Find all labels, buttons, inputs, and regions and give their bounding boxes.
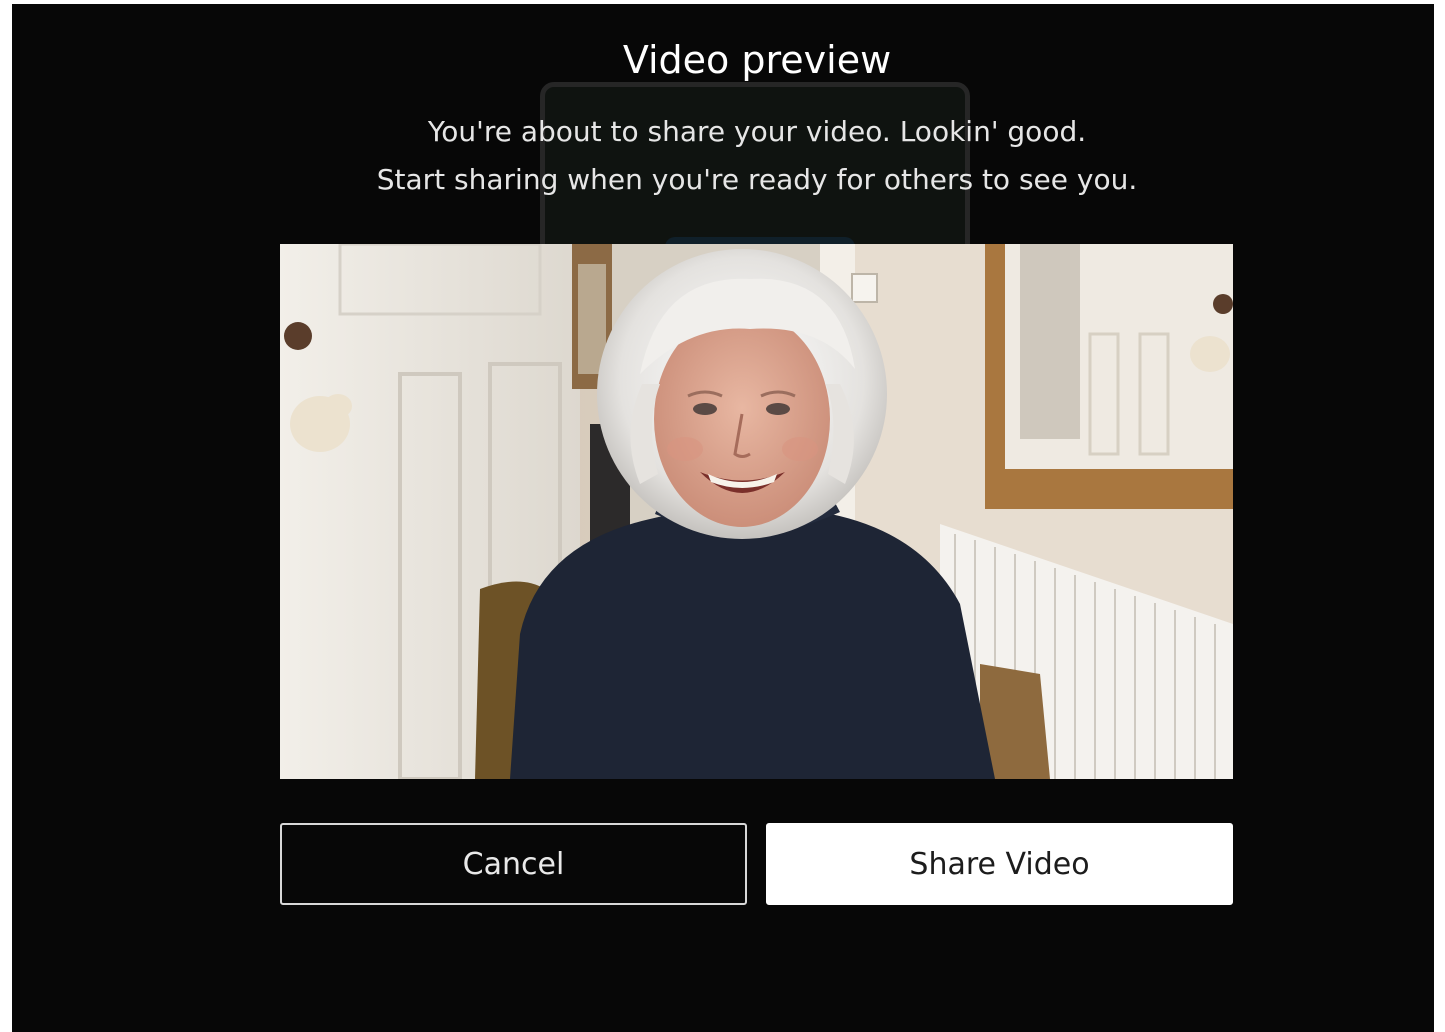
dialog-title: Video preview (622, 38, 892, 82)
dialog-message-line-2: Start sharing when you're ready for othe… (376, 163, 1138, 196)
camera-preview (280, 244, 1233, 779)
video-preview-screen: Video preview You're about to share your… (12, 4, 1434, 1032)
dialog-message: You're about to share your video. Lookin… (12, 108, 1434, 204)
dialog-message-line-1: You're about to share your video. Lookin… (427, 115, 1087, 148)
cancel-button[interactable]: Cancel (280, 823, 747, 905)
camera-preview-image (280, 244, 1233, 779)
share-video-button[interactable]: Share Video (766, 823, 1233, 905)
